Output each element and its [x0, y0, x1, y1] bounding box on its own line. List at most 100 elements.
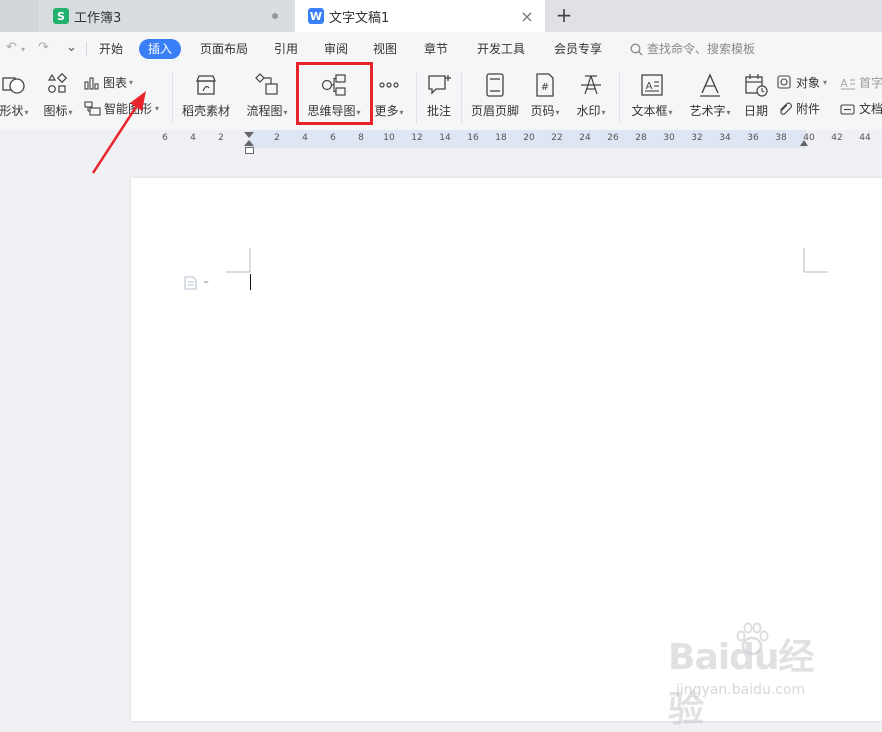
customize-toolbar-icon[interactable]: ⌄	[66, 40, 77, 55]
chevron-down-icon: ▾	[726, 108, 731, 117]
comment-label: 批注	[426, 104, 451, 118]
search-icon	[630, 43, 643, 55]
ribbon-insert: 形状▾ 图标▾ 图表 ▾ 智能图形 ▾ 稻壳素材 流程图▾ 思维导图▾ 更多▾ …	[0, 66, 882, 130]
ruler-tick-label: 20	[523, 133, 535, 143]
menu-review[interactable]: 审阅	[324, 39, 348, 59]
ruler-tick-label: 30	[663, 133, 675, 143]
menu-divider	[86, 42, 87, 56]
page-number-label: 页码	[530, 104, 555, 118]
icon-library-icon	[47, 72, 68, 93]
chart-button[interactable]: 图表 ▾	[84, 74, 133, 91]
ruler-tick-label: 8	[358, 133, 364, 143]
ruler-tick-label: 6	[330, 133, 336, 143]
date-label: 日期	[743, 104, 768, 118]
baidu-jingyan-watermark: Baidu经验 jingyan.baidu.com	[668, 620, 848, 730]
object-label: 对象	[796, 76, 821, 90]
dropcap-button[interactable]: A 首字	[840, 74, 882, 91]
smart-graphic-label: 智能图形	[104, 102, 153, 116]
menu-section[interactable]: 章节	[424, 39, 448, 59]
unsaved-dot-icon[interactable]	[272, 13, 278, 19]
tab-document-label: 文字文稿1	[329, 10, 390, 26]
smart-graphic-icon	[84, 101, 101, 116]
comment-button[interactable]: 批注	[422, 72, 456, 119]
svg-text:A: A	[840, 77, 848, 90]
chevron-down-icon: ▾	[68, 108, 73, 117]
chevron-down-icon: ▾	[283, 108, 288, 117]
document-app-icon: W	[308, 8, 324, 24]
watermark-label: 水印	[576, 104, 601, 118]
command-search[interactable]: 查找命令、搜索模板	[630, 39, 755, 59]
tab-bar: S 工作簿3 W 文字文稿1 × +	[0, 0, 882, 32]
material-label: 稻壳素材	[181, 104, 230, 118]
calendar-clock-icon	[745, 74, 768, 97]
ribbon-divider	[461, 72, 462, 124]
chevron-down-icon: ▾	[823, 78, 828, 87]
tab-document[interactable]: W 文字文稿1 ×	[295, 0, 545, 32]
object-icon	[777, 75, 791, 89]
doc-part-button[interactable]: 文档	[840, 100, 882, 117]
ruler-tick-label: 22	[551, 133, 563, 143]
menu-page-layout[interactable]: 页面布局	[200, 39, 248, 59]
ruler-tick-label: 34	[719, 133, 731, 143]
ruler-tick-label: 42	[831, 133, 843, 143]
ruler-tick-label: 2	[218, 133, 224, 143]
ruler-tick-label: 4	[302, 133, 308, 143]
ruler-tick-label: 38	[775, 133, 787, 143]
undo-icon[interactable]: ↶	[6, 40, 17, 55]
more-button[interactable]: 更多▾	[370, 72, 408, 119]
material-store-icon	[196, 75, 216, 95]
attachment-button[interactable]: 附件	[777, 100, 820, 117]
page-number-icon: #	[536, 73, 554, 97]
menu-home[interactable]: 开始	[99, 39, 123, 59]
flowchart-button[interactable]: 流程图▾	[242, 72, 292, 119]
menu-references[interactable]: 引用	[274, 39, 298, 59]
chevron-down-icon: ▾	[129, 78, 134, 87]
document-part-icon	[840, 103, 855, 115]
date-button[interactable]: 日期	[740, 72, 772, 119]
menu-view[interactable]: 视图	[373, 39, 397, 59]
tab-overflow-stub[interactable]	[0, 0, 39, 32]
ruler-tick-label: 44	[859, 133, 871, 143]
first-line-indent-marker[interactable]	[244, 132, 254, 138]
right-indent-marker[interactable]	[800, 140, 808, 146]
ruler-tick-label: 18	[495, 133, 507, 143]
tab-spreadsheet[interactable]: S 工作簿3	[40, 0, 292, 32]
horizontal-ruler[interactable]: 6 4 2 2 4 6 8 10 12 14 16 18 20 22 24 26…	[0, 130, 882, 148]
wordart-button[interactable]: 艺术字▾	[684, 72, 736, 119]
ruler-tick-label: 12	[411, 133, 423, 143]
shape-button[interactable]: 形状▾	[0, 72, 34, 119]
textbox-button[interactable]: A 文本框▾	[626, 72, 678, 119]
new-tab-button[interactable]: +	[553, 3, 575, 27]
hanging-indent-marker[interactable]	[244, 140, 254, 146]
object-button[interactable]: 对象 ▾	[777, 74, 827, 91]
icon-library-button[interactable]: 图标▾	[40, 72, 76, 119]
menu-membership[interactable]: 会员专享	[554, 39, 602, 59]
watermark-icon	[581, 75, 601, 95]
ruler-tick-label: 28	[635, 133, 647, 143]
menu-bar: ↶ ▾ ↷ ⌄ 开始 插入 页面布局 引用 审阅 视图 章节 开发工具 会员专享…	[0, 32, 882, 66]
wordart-label: 艺术字	[689, 104, 726, 118]
left-indent-marker[interactable]	[245, 147, 254, 154]
text-cursor	[250, 274, 251, 290]
watermark-button[interactable]: 水印▾	[571, 72, 611, 119]
flowchart-label: 流程图	[246, 104, 283, 118]
chevron-down-icon: ▾	[555, 108, 560, 117]
material-button[interactable]: 稻壳素材	[180, 72, 232, 119]
smart-graphic-button[interactable]: 智能图形 ▾	[84, 100, 159, 117]
spreadsheet-app-icon: S	[53, 8, 69, 24]
ruler-tick-label: 24	[579, 133, 591, 143]
paragraph-options-icon[interactable]	[184, 275, 210, 294]
tab-spreadsheet-label: 工作簿3	[74, 10, 122, 26]
shape-label: 形状	[0, 104, 24, 118]
menu-developer[interactable]: 开发工具	[477, 39, 525, 59]
doc-part-label: 文档	[859, 102, 882, 116]
undo-dropdown-icon[interactable]: ▾	[21, 45, 25, 54]
command-search-placeholder: 查找命令、搜索模板	[647, 42, 756, 56]
header-footer-button[interactable]: 页眉页脚	[467, 72, 523, 119]
page-number-button[interactable]: # 页码▾	[526, 72, 564, 119]
ruler-tick-label: 10	[383, 133, 395, 143]
menu-insert[interactable]: 插入	[139, 39, 182, 59]
ruler-tick-label: 26	[607, 133, 619, 143]
redo-icon[interactable]: ↷	[38, 40, 49, 55]
close-tab-icon[interactable]: ×	[517, 6, 537, 26]
